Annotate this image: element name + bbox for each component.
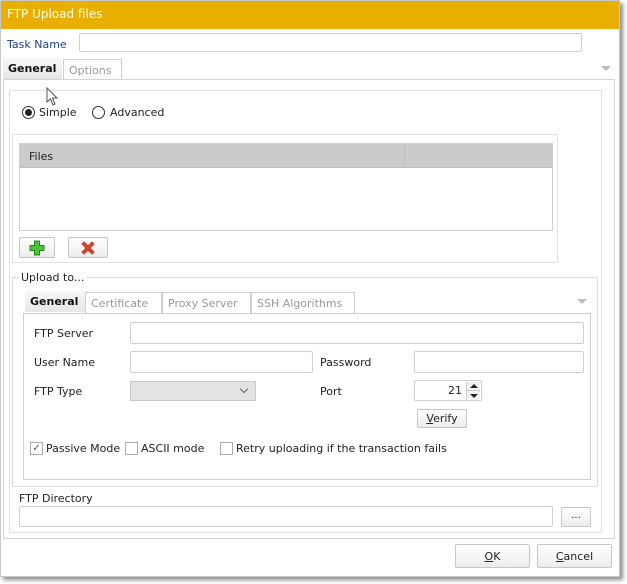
upload-tab-general-label: General — [30, 295, 79, 308]
user-name-label: User Name — [34, 356, 96, 369]
upload-tab-proxy-server-label: Proxy Server — [168, 297, 238, 310]
advanced-radio[interactable] — [92, 106, 105, 119]
ftp-type-select[interactable] — [130, 381, 256, 401]
cancel-button[interactable]: Cancel — [537, 544, 612, 568]
ascii-mode-checkbox[interactable] — [125, 442, 138, 455]
spin-divider — [467, 390, 480, 391]
cancel-accel: C — [555, 550, 564, 563]
chevron-down-icon — [239, 384, 249, 394]
upload-tabs-overflow-icon[interactable] — [577, 299, 587, 304]
cancel-rest: ancel — [563, 550, 594, 563]
port-value: 21 — [448, 384, 462, 397]
passive-mode-checkbox[interactable]: ✓ — [30, 442, 43, 455]
title-bar: FTP Upload files — [1, 1, 619, 29]
retry-upload-checkbox[interactable] — [220, 442, 233, 455]
window-title: FTP Upload files — [7, 7, 103, 21]
tabs-overflow-icon[interactable] — [601, 66, 611, 71]
upload-tab-ssh-algorithms-label: SSH Algorithms — [257, 297, 343, 310]
port-spinner[interactable]: 21 — [414, 380, 482, 401]
simple-radio-label: Simple — [39, 106, 77, 119]
files-grid-header: Files — [20, 144, 552, 168]
browse-label: ... — [571, 510, 581, 521]
browse-directory-button[interactable]: ... — [561, 507, 591, 527]
upload-tab-certificate-label: Certificate — [91, 297, 149, 310]
retry-upload-label: Retry uploading if the transaction fails — [236, 442, 447, 455]
port-label: Port — [320, 385, 342, 398]
simple-radio[interactable] — [22, 106, 35, 119]
files-column-header[interactable]: Files — [29, 150, 53, 163]
green-plus-icon — [29, 240, 45, 256]
password-label: Password — [320, 356, 372, 369]
ftp-server-label: FTP Server — [34, 327, 94, 340]
remove-file-button[interactable] — [68, 237, 108, 258]
ftp-directory-label: FTP Directory — [19, 492, 93, 505]
ftp-directory-input[interactable] — [19, 506, 553, 527]
tab-options-label: Options — [69, 64, 112, 77]
upload-tab-general[interactable]: General — [25, 291, 85, 312]
verify-button[interactable]: Verify — [417, 409, 467, 428]
upload-tab-certificate[interactable]: Certificate — [85, 292, 162, 313]
verify-rest: erify — [433, 412, 458, 425]
password-input[interactable] — [414, 351, 584, 373]
tab-general-label: General — [8, 62, 57, 75]
task-name-input[interactable] — [79, 33, 582, 52]
ascii-mode-label: ASCII mode — [141, 442, 205, 455]
passive-mode-label: Passive Mode — [46, 442, 121, 455]
ftp-upload-dialog: FTP Upload files Task Name General Optio… — [0, 0, 620, 577]
tab-general[interactable]: General — [3, 58, 62, 79]
user-name-input[interactable] — [130, 351, 313, 373]
ok-accel: O — [484, 550, 494, 563]
upload-tab-proxy-server[interactable]: Proxy Server — [162, 292, 251, 313]
add-file-button[interactable] — [19, 237, 55, 258]
ok-rest: K — [493, 550, 501, 563]
spin-down-icon[interactable] — [470, 394, 478, 398]
mouse-cursor-icon — [46, 87, 59, 106]
upload-tab-ssh-algorithms[interactable]: SSH Algorithms — [251, 292, 355, 313]
ok-button[interactable]: OK — [455, 544, 530, 568]
ftp-server-input[interactable] — [130, 322, 584, 344]
red-x-icon — [81, 241, 95, 255]
upload-to-legend: Upload to... — [19, 271, 88, 284]
ftp-type-label: FTP Type — [34, 385, 83, 398]
advanced-radio-label: Advanced — [110, 106, 165, 119]
spinner-buttons[interactable] — [466, 382, 480, 400]
task-name-label: Task Name — [7, 38, 67, 51]
column-divider — [404, 144, 405, 168]
spin-up-icon[interactable] — [470, 384, 478, 388]
tab-options[interactable]: Options — [63, 59, 122, 80]
